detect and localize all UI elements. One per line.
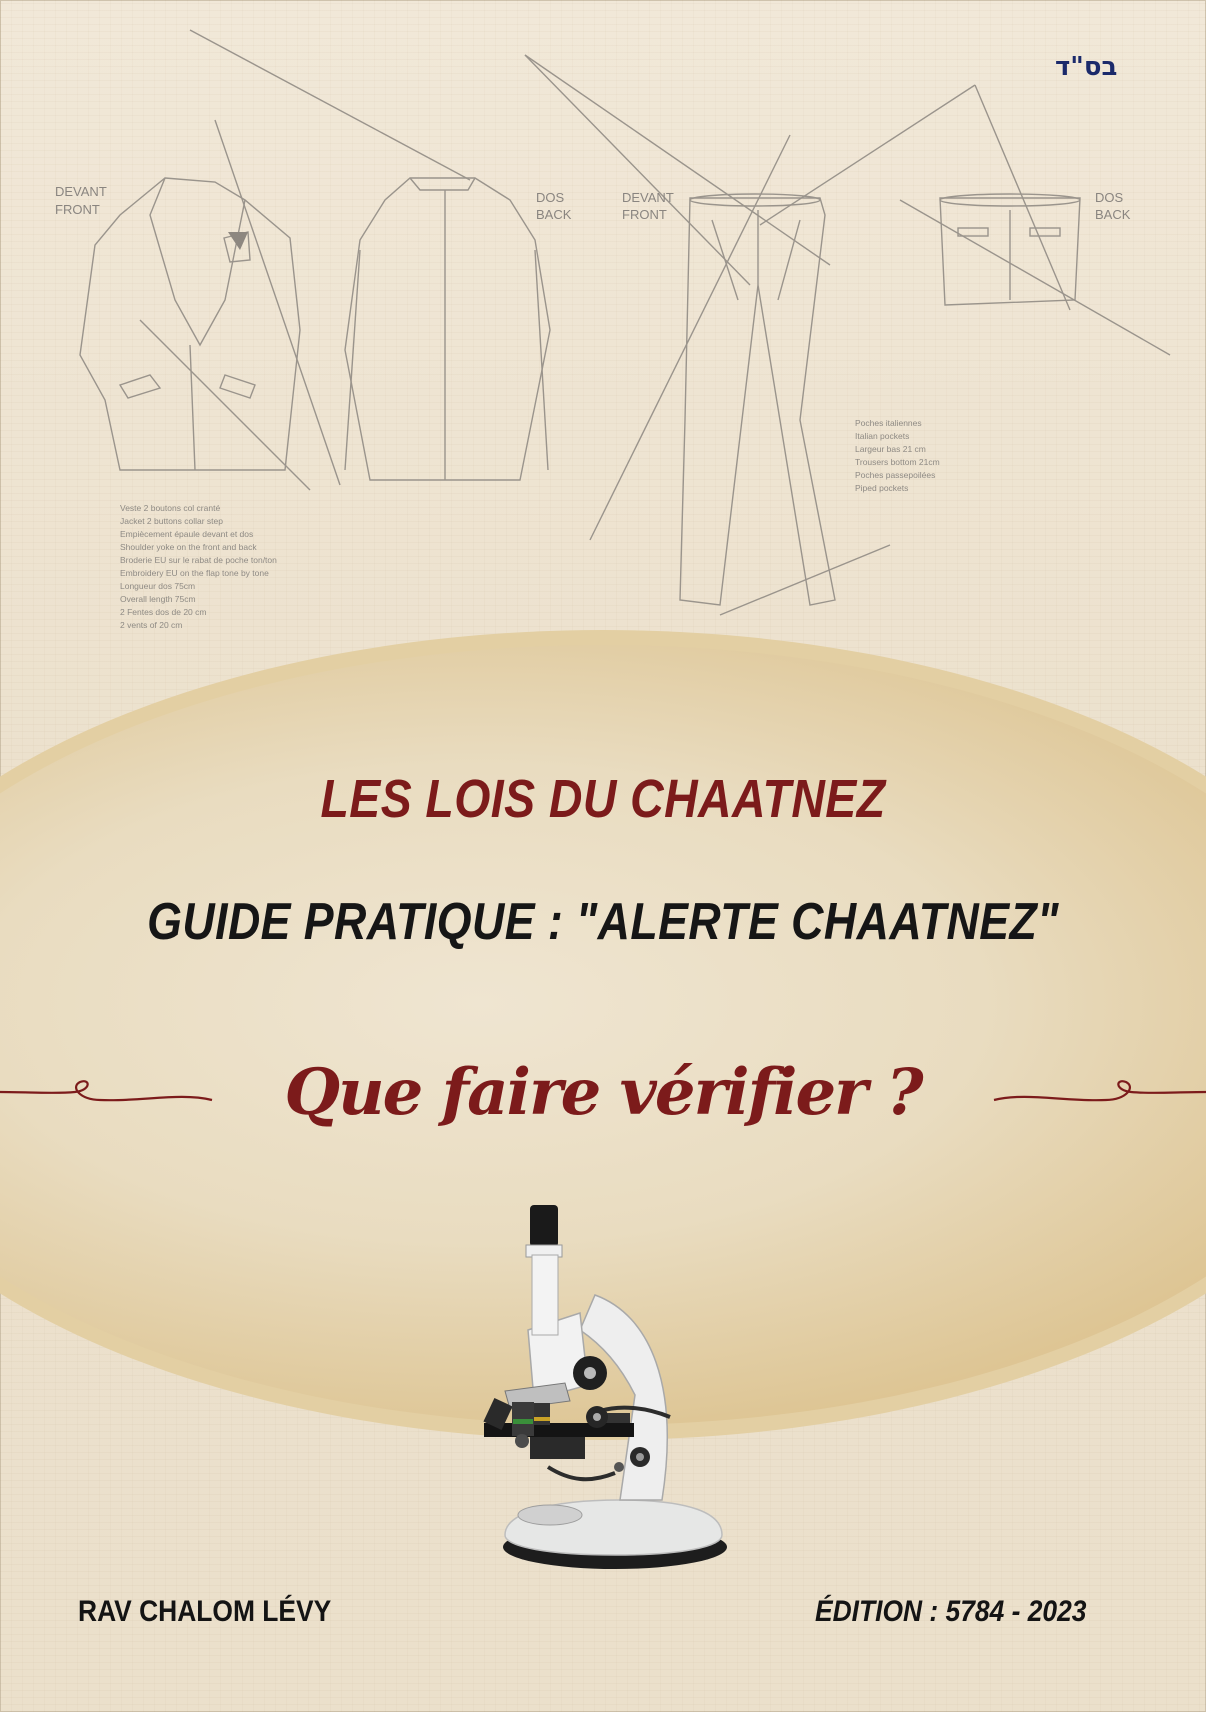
pants-note: Piped pockets (855, 483, 908, 493)
jacket-note: Broderie EU sur le rabat de poche ton/to… (120, 555, 277, 565)
jacket-note: Overall length 75cm (120, 594, 196, 604)
pants-spec-notes: Poches italiennes Italian pockets Largeu… (855, 418, 940, 493)
jacket-note: Embroidery EU on the flap tone by tone (120, 568, 269, 578)
pants-back-label-fr: DOS (1095, 190, 1124, 205)
jacket-note: Empiècement épaule devant et dos (120, 529, 253, 539)
pants-note: Largeur bas 21 cm (855, 444, 926, 454)
book-cover: בס"ד DEVANT FRONT DOS BACK DEVANT FRONT … (0, 0, 1206, 1712)
jacket-front-label-en: FRONT (55, 202, 100, 217)
jacket-front-label-fr: DEVANT (55, 184, 107, 199)
jacket-note: 2 vents of 20 cm (120, 620, 182, 630)
guide-subtitle: GUIDE PRATIQUE : "ALERTE CHAATNEZ" (147, 893, 1059, 951)
jacket-back-label-fr: DOS (536, 190, 565, 205)
main-title: LES LOIS DU CHAATNEZ (320, 769, 886, 829)
jacket-note: Veste 2 boutons col cranté (120, 503, 220, 513)
jacket-note: Longueur dos 75cm (120, 581, 195, 591)
jacket-back-label-en: BACK (536, 207, 572, 222)
pants-note: Italian pockets (855, 431, 909, 441)
jacket-spec-notes: Veste 2 boutons col cranté Jacket 2 butt… (120, 503, 277, 630)
jacket-note: Shoulder yoke on the front and back (120, 542, 257, 552)
microscope-illustration (483, 1205, 727, 1569)
edition-info: ÉDITION : 5784 - 2023 (815, 1595, 1087, 1628)
pants-note: Poches italiennes (855, 418, 922, 428)
author-name: RAV CHALOM LÉVY (78, 1595, 332, 1628)
fashion-sketch-illustration: DEVANT FRONT DOS BACK DEVANT FRONT DOS B… (55, 29, 1171, 630)
pants-back-label-en: BACK (1095, 207, 1131, 222)
pants-note: Poches passepoilées (855, 470, 935, 480)
jacket-note: Jacket 2 buttons collar step (120, 516, 223, 526)
question-tagline: Que faire vérifier ? (284, 1055, 923, 1130)
pants-front-label-en: FRONT (622, 207, 667, 222)
pants-front-label-fr: DEVANT (622, 190, 674, 205)
pants-note: Trousers bottom 21cm (855, 457, 940, 467)
jacket-note: 2 Fentes dos de 20 cm (120, 607, 206, 617)
